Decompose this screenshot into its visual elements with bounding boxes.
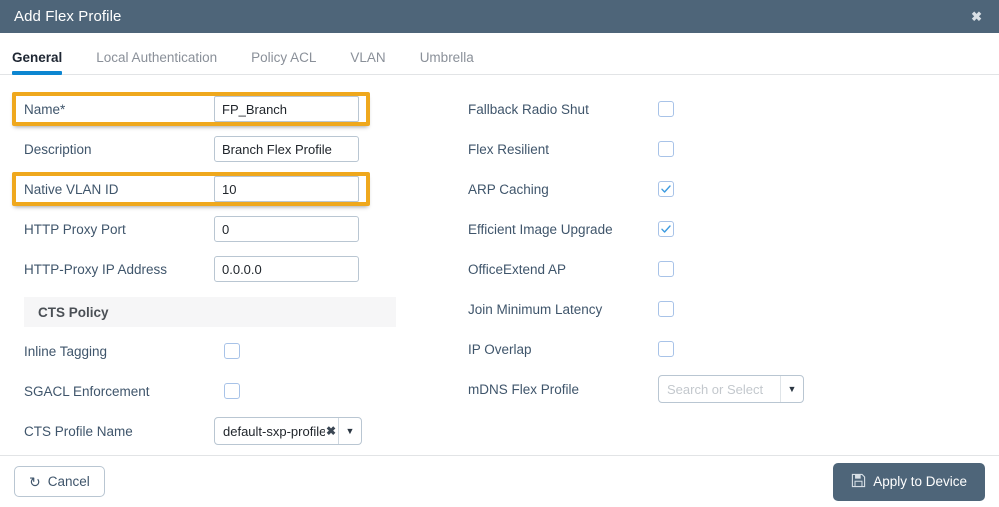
field-row-fallback-radio-shut: Fallback Radio Shut: [468, 89, 880, 129]
tab-bar: General Local Authentication Policy ACL …: [0, 33, 999, 75]
checkmark-icon: [661, 225, 671, 233]
ip-overlap-checkbox[interactable]: [658, 341, 674, 357]
officeextend-ap-checkbox[interactable]: [658, 261, 674, 277]
field-row-flex-resilient: Flex Resilient: [468, 129, 880, 169]
field-row-cts-profile-name: CTS Profile Name default-sxp-profile ✖ ▼: [12, 411, 450, 451]
label-fallback-radio-shut: Fallback Radio Shut: [468, 101, 589, 117]
tab-general[interactable]: General: [12, 50, 63, 75]
label-inline-tagging: Inline Tagging: [24, 343, 108, 359]
fallback-radio-shut-checkbox[interactable]: [658, 101, 674, 117]
label-cts-profile-name: CTS Profile Name: [24, 423, 133, 439]
chevron-down-icon[interactable]: ▼: [338, 418, 361, 444]
cancel-button[interactable]: ↻ Cancel: [14, 466, 105, 497]
mdns-flex-profile-placeholder: Search or Select: [667, 381, 764, 397]
apply-to-device-label: Apply to Device: [873, 474, 967, 489]
label-join-minimum-latency: Join Minimum Latency: [468, 301, 603, 317]
label-arp-caching: ARP Caching: [468, 181, 549, 197]
dialog-titlebar: Add Flex Profile ✖: [0, 0, 999, 33]
label-mdns-flex-profile: mDNS Flex Profile: [468, 381, 580, 397]
field-row-officeextend-ap: OfficeExtend AP: [468, 249, 880, 289]
cts-policy-section-header: CTS Policy: [24, 297, 396, 327]
left-column: Name* FP_Branch Description Branch Flex …: [0, 89, 450, 455]
name-input[interactable]: FP_Branch: [214, 96, 359, 122]
description-input[interactable]: Branch Flex Profile: [214, 136, 359, 162]
undo-icon: ↻: [29, 473, 41, 490]
mdns-flex-profile-select[interactable]: Search or Select ▼: [658, 375, 804, 403]
field-row-description: Description Branch Flex Profile: [12, 129, 450, 169]
flex-resilient-checkbox[interactable]: [658, 141, 674, 157]
field-row-mdns-flex-profile: mDNS Flex Profile Search or Select ▼: [468, 369, 880, 409]
tab-policy-acl[interactable]: Policy ACL: [251, 50, 316, 74]
field-row-http-proxy-port: HTTP Proxy Port 0: [12, 209, 450, 249]
http-proxy-port-input[interactable]: 0: [214, 216, 359, 242]
field-row-native-vlan-id: Native VLAN ID 10: [12, 172, 370, 206]
field-row-http-proxy-ip-address: HTTP-Proxy IP Address 0.0.0.0: [12, 249, 450, 289]
cts-profile-name-select[interactable]: default-sxp-profile ✖ ▼: [214, 417, 362, 445]
label-http-proxy-ip-address: HTTP-Proxy IP Address: [24, 261, 168, 277]
label-description: Description: [24, 141, 92, 157]
field-row-ip-overlap: IP Overlap: [468, 329, 880, 369]
inline-tagging-checkbox[interactable]: [224, 343, 240, 359]
label-efficient-image-upgrade: Efficient Image Upgrade: [468, 221, 613, 237]
tab-local-authentication[interactable]: Local Authentication: [96, 50, 217, 74]
close-icon[interactable]: ✖: [968, 8, 985, 25]
efficient-image-upgrade-checkbox[interactable]: [658, 221, 674, 237]
save-disk-icon: [851, 473, 866, 491]
cts-profile-name-value: default-sxp-profile: [223, 423, 325, 439]
sgacl-enforcement-checkbox[interactable]: [224, 383, 240, 399]
add-flex-profile-dialog: Add Flex Profile ✖ General Local Authent…: [0, 0, 999, 507]
dialog-footer: ↻ Cancel Apply to Device: [0, 455, 999, 507]
join-minimum-latency-checkbox[interactable]: [658, 301, 674, 317]
checkmark-icon: [661, 185, 671, 193]
label-http-proxy-port: HTTP Proxy Port: [24, 221, 126, 237]
field-row-sgacl-enforcement: SGACL Enforcement: [12, 371, 450, 411]
right-column: Fallback Radio Shut Flex Resilient ARP C…: [450, 89, 880, 455]
label-officeextend-ap: OfficeExtend AP: [468, 261, 567, 277]
label-ip-overlap: IP Overlap: [468, 341, 532, 357]
tab-vlan[interactable]: VLAN: [350, 50, 385, 74]
field-row-name: Name* FP_Branch: [12, 92, 370, 126]
native-vlan-id-input[interactable]: 10: [214, 176, 359, 202]
clear-icon[interactable]: ✖: [325, 418, 338, 444]
tab-umbrella[interactable]: Umbrella: [420, 50, 474, 74]
field-row-efficient-image-upgrade: Efficient Image Upgrade: [468, 209, 880, 249]
dialog-title: Add Flex Profile: [14, 8, 122, 25]
chevron-down-icon[interactable]: ▼: [780, 376, 803, 402]
http-proxy-ip-address-input[interactable]: 0.0.0.0: [214, 256, 359, 282]
field-row-arp-caching: ARP Caching: [468, 169, 880, 209]
dialog-body: Name* FP_Branch Description Branch Flex …: [0, 75, 999, 455]
field-row-inline-tagging: Inline Tagging: [12, 331, 450, 371]
cancel-button-label: Cancel: [47, 474, 90, 489]
label-flex-resilient: Flex Resilient: [468, 141, 550, 157]
label-name: Name*: [24, 101, 66, 117]
label-sgacl-enforcement: SGACL Enforcement: [24, 383, 150, 399]
arp-caching-checkbox[interactable]: [658, 181, 674, 197]
field-row-join-minimum-latency: Join Minimum Latency: [468, 289, 880, 329]
label-native-vlan-id: Native VLAN ID: [24, 181, 119, 197]
apply-to-device-button[interactable]: Apply to Device: [833, 462, 985, 501]
